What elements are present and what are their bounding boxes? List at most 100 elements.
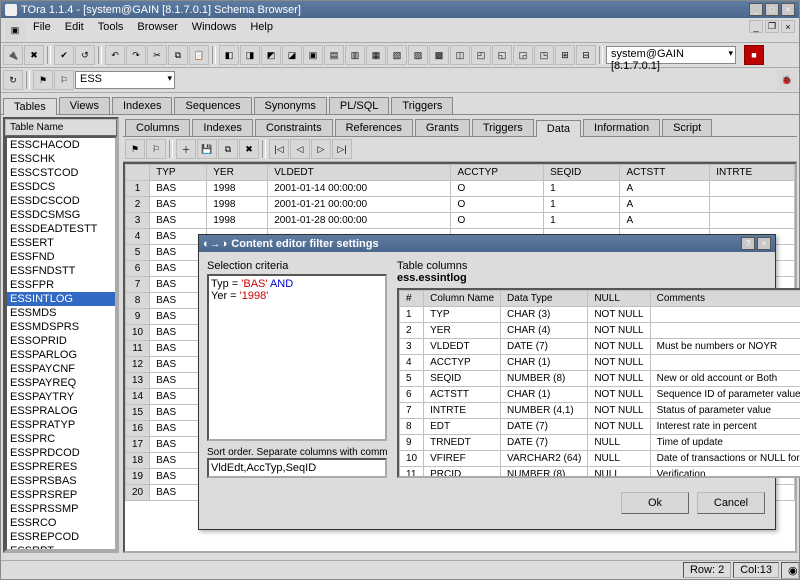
tool3-icon[interactable]: ◩ [261,45,281,65]
main-tab-sequences[interactable]: Sequences [174,97,251,114]
tool16-icon[interactable]: ◳ [534,45,554,65]
grid-cell[interactable]: O [451,213,544,229]
detail-tab-data[interactable]: Data [536,120,581,137]
grid-cell[interactable]: O [451,197,544,213]
child-minimize-icon[interactable]: _ [749,20,763,33]
prev-icon[interactable]: ◁ [290,139,310,159]
row-number[interactable]: 8 [126,293,150,309]
tool12-icon[interactable]: ◫ [450,45,470,65]
table-item[interactable]: ESSRPT [7,544,115,551]
close-conn-icon[interactable]: ✖ [24,45,44,65]
child-close-icon[interactable]: × [781,20,795,33]
menu-tools[interactable]: Tools [92,20,130,40]
filter-icon[interactable]: ⚑ [33,70,53,90]
grid-cell[interactable]: 1 [544,197,620,213]
dialog-close-icon[interactable]: × [757,237,771,250]
grid-cell[interactable]: 1 [544,213,620,229]
grid-cell[interactable]: 1998 [207,197,268,213]
save-icon[interactable]: 💾 [197,139,217,159]
row-number[interactable]: 2 [126,197,150,213]
grid-cell[interactable]: 1998 [207,181,268,197]
grid-cell[interactable]: BAS [150,213,207,229]
table-item[interactable]: ESSCSTCOD [7,166,115,180]
first-icon[interactable]: |◁ [269,139,289,159]
grid-header[interactable] [126,165,150,181]
grid-header[interactable]: TYP [150,165,207,181]
table-item[interactable]: ESSMDSPRS [7,320,115,334]
main-tab-tables[interactable]: Tables [3,98,57,115]
grid-cell[interactable]: BAS [150,181,207,197]
copy-icon[interactable]: ⧉ [168,45,188,65]
grid-cell[interactable]: 2001-01-14 00:00:00 [268,181,451,197]
row-number[interactable]: 16 [126,421,150,437]
redo-icon[interactable]: ↷ [126,45,146,65]
row-number[interactable]: 10 [126,325,150,341]
table-item[interactable]: ESSPAYREQ [7,376,115,390]
detail-tab-columns[interactable]: Columns [125,119,190,136]
row-number[interactable]: 6 [126,261,150,277]
grid-cell[interactable] [710,197,795,213]
main-tab-synonyms[interactable]: Synonyms [254,97,327,114]
tool5-icon[interactable]: ▣ [303,45,323,65]
grid-cell[interactable]: A [620,197,710,213]
menu-browser[interactable]: Browser [131,20,183,40]
table-item[interactable]: ESSERT [7,236,115,250]
menu-edit[interactable]: Edit [59,20,90,40]
rollback-icon[interactable]: ↺ [75,45,95,65]
tool13-icon[interactable]: ◰ [471,45,491,65]
table-item[interactable]: ESSPAYCNF [7,362,115,376]
clear-filter-data-icon[interactable]: ⚐ [146,139,166,159]
grid-header[interactable]: INTRTE [710,165,795,181]
row-number[interactable]: 12 [126,357,150,373]
connection-combo[interactable]: system@GAIN [8.1.7.0.1] [606,46,736,64]
ok-button[interactable]: Ok [621,492,689,514]
stop-icon[interactable]: ■ [744,45,764,65]
table-item[interactable]: ESSDCS [7,180,115,194]
clearfilter-icon[interactable]: ⚐ [54,70,74,90]
detail-tab-grants[interactable]: Grants [415,119,470,136]
table-item[interactable]: ESSPAYTRY [7,390,115,404]
row-number[interactable]: 15 [126,405,150,421]
row-number[interactable]: 5 [126,245,150,261]
table-list[interactable]: ESSCHACODESSCHKESSCSTCODESSDCSESSDCSCODE… [5,136,117,551]
menu-windows[interactable]: Windows [186,20,243,40]
schema-combo[interactable]: ESS [75,71,175,89]
grid-header[interactable]: ACCTYP [451,165,544,181]
main-tab-views[interactable]: Views [59,97,110,114]
menu-help[interactable]: Help [244,20,279,40]
tool2-icon[interactable]: ◨ [240,45,260,65]
detail-tab-information[interactable]: Information [583,119,660,136]
table-item[interactable]: ESSPRSREP [7,488,115,502]
close-icon[interactable]: × [781,3,795,16]
tool11-icon[interactable]: ▩ [429,45,449,65]
grid-cell[interactable]: 2001-01-21 00:00:00 [268,197,451,213]
tool1-icon[interactable]: ◧ [219,45,239,65]
row-number[interactable]: 18 [126,453,150,469]
detail-tab-triggers[interactable]: Triggers [472,119,534,136]
next-icon[interactable]: ▷ [311,139,331,159]
table-item[interactable]: ESSPRSSMP [7,502,115,516]
table-item[interactable]: ESSDCSMSG [7,208,115,222]
tool14-icon[interactable]: ◱ [492,45,512,65]
new-conn-icon[interactable]: 🔌 [3,45,23,65]
row-number[interactable]: 7 [126,277,150,293]
tool18-icon[interactable]: ⊟ [576,45,596,65]
table-item[interactable]: ESSMDS [7,306,115,320]
tool10-icon[interactable]: ▨ [408,45,428,65]
grid-header[interactable]: VLDEDT [268,165,451,181]
table-item[interactable]: ESSFPR [7,278,115,292]
table-item[interactable]: ESSPRSBAS [7,474,115,488]
add-row-icon[interactable]: ＋ [176,139,196,159]
tool9-icon[interactable]: ▧ [387,45,407,65]
table-item[interactable]: ESSREPCOD [7,530,115,544]
table-item[interactable]: ESSPRDCOD [7,446,115,460]
grid-cell[interactable] [710,181,795,197]
child-restore-icon[interactable]: ❐ [765,20,779,33]
grid-header[interactable]: YER [207,165,268,181]
table-item[interactable]: ESSFND [7,250,115,264]
grid-cell[interactable]: BAS [150,197,207,213]
table-item[interactable]: ESSRCO [7,516,115,530]
row-number[interactable]: 11 [126,341,150,357]
cut-icon[interactable]: ✂ [147,45,167,65]
table-item[interactable]: ESSCHK [7,152,115,166]
